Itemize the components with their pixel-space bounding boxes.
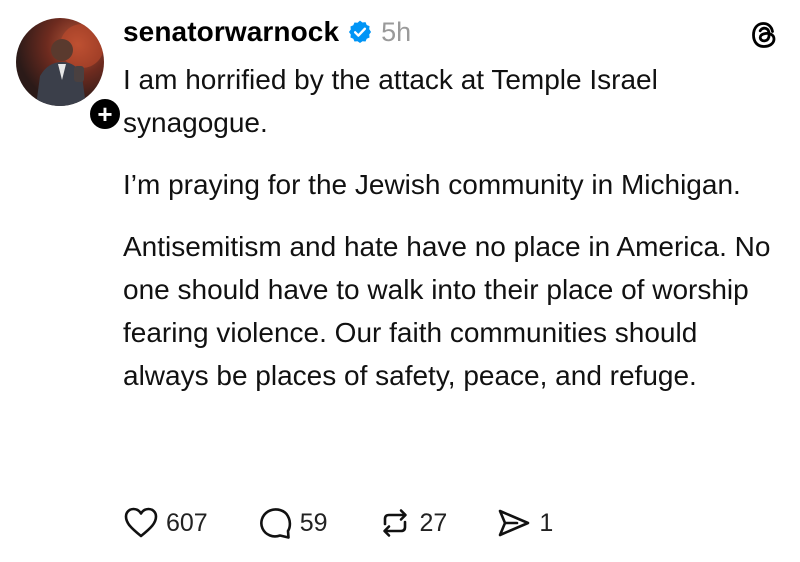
- avatar[interactable]: +: [16, 18, 123, 132]
- post-timestamp: 5h: [381, 16, 412, 47]
- like-count: 607: [166, 508, 208, 537]
- post-text: I am horrified by the attack at Temple I…: [123, 58, 783, 416]
- follow-button[interactable]: +: [87, 96, 123, 132]
- repost-count: 27: [419, 508, 448, 537]
- post-actions: 607 59 27 1: [122, 503, 553, 543]
- post-header: senatorwarnock 5h: [123, 14, 411, 50]
- like-button[interactable]: 607: [122, 504, 208, 542]
- reply-button[interactable]: 59: [256, 504, 328, 542]
- reply-count: 59: [299, 508, 328, 537]
- avatar-photo: [36, 24, 104, 106]
- comment-bubble-icon: [259, 508, 291, 539]
- post-paragraph: I am horrified by the attack at Temple I…: [123, 64, 658, 138]
- avatar-image[interactable]: [16, 18, 104, 106]
- threads-logo-icon[interactable]: [748, 18, 782, 52]
- share-count: 1: [539, 508, 554, 537]
- verified-badge-icon: [349, 20, 372, 44]
- repost-icon: [382, 509, 407, 537]
- post-paragraph: I’m praying for the Jewish community in …: [123, 169, 741, 200]
- plus-icon: +: [97, 99, 113, 129]
- repost-button[interactable]: 27: [376, 504, 448, 542]
- username-link[interactable]: senatorwarnock: [123, 16, 339, 48]
- share-button[interactable]: 1: [495, 504, 553, 542]
- send-icon: [499, 509, 530, 537]
- heart-icon: [124, 507, 158, 538]
- post-paragraph: Antisemitism and hate have no place in A…: [123, 231, 771, 391]
